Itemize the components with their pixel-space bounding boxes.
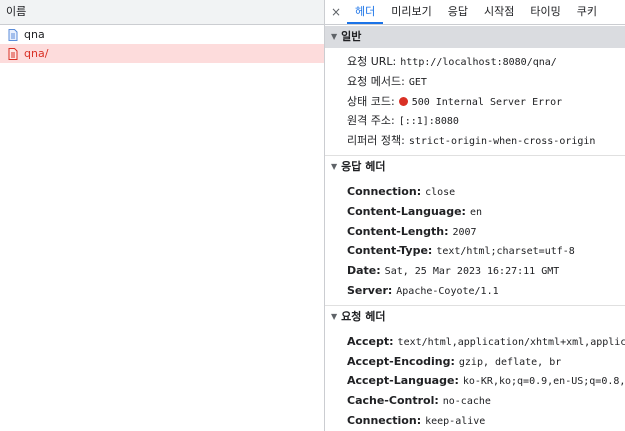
response-header-row: Server: Apache-Coyote/1.1 [347, 283, 499, 297]
request-header-row: Accept: text/html,application/xhtml+xml,a… [347, 334, 625, 348]
tab-preview[interactable]: 미리보기 [383, 0, 439, 24]
request-header-row: Accept-Language: ko-KR,ko;q=0.9,en-US;q=0… [347, 374, 625, 388]
request-headers-section-header[interactable]: ▼ 요청 헤더 [325, 304, 625, 328]
document-icon [8, 47, 18, 60]
general-row: 요청 메서드: GET [347, 74, 427, 88]
request-header-row: Cache-Control: no-cache [347, 394, 491, 408]
tab-cookies[interactable]: 쿠키 [569, 0, 605, 24]
section-title: 요청 헤더 [341, 309, 386, 323]
response-headers-section-header[interactable]: ▼ 응답 헤더 [325, 154, 625, 178]
triangle-down-icon: ▼ [331, 161, 338, 171]
general-row: 리퍼러 정책: strict-origin-when-cross-origin [347, 134, 596, 148]
request-name: qna/ [24, 47, 49, 60]
general-row: 원격 주소: [::1]:8080 [347, 114, 459, 128]
document-icon [8, 28, 18, 41]
request-row-qna-slash[interactable]: qna/ [0, 44, 324, 63]
tab-response[interactable]: 응답 [440, 0, 476, 24]
error-status-icon [398, 97, 408, 107]
triangle-down-icon: ▼ [331, 311, 338, 321]
response-header-row: Content-Length: 2007 [347, 224, 477, 238]
name-column-header[interactable]: 이름 [0, 0, 324, 25]
response-header-row: Content-Type: text/html;charset=utf-8 [347, 244, 575, 258]
request-header-row: Connection: keep-alive [347, 413, 486, 427]
request-row-qna[interactable]: qna [0, 25, 324, 44]
tab-headers[interactable]: 헤더 [347, 0, 384, 24]
general-row: 상태 코드: 500 Internal Server Error [347, 94, 563, 108]
tab-initiator[interactable]: 시작점 [476, 0, 522, 24]
response-header-row: Date: Sat, 25 Mar 2023 16:27:11 GMT [347, 264, 560, 278]
general-row: 요청 URL: http://localhost:8080/qna/ [347, 55, 557, 68]
request-name: qna [24, 28, 45, 41]
request-details-panel: × 헤더 미리보기 응답 시작점 타이밍 쿠키 ▼ 일반 요청 URL: http… [325, 0, 625, 431]
close-icon[interactable]: × [325, 0, 347, 24]
request-list-panel: 이름 qna qna/ [0, 0, 325, 431]
response-header-row: Content-Language: en [347, 204, 483, 218]
triangle-down-icon: ▼ [331, 32, 338, 41]
response-header-row: Connection: close [347, 184, 456, 198]
details-tabbar: × 헤더 미리보기 응답 시작점 타이밍 쿠키 [325, 0, 625, 25]
tab-timing[interactable]: 타이밍 [522, 0, 568, 24]
section-title: 일반 [341, 30, 362, 43]
general-section-header[interactable]: ▼ 일반 [325, 26, 625, 48]
section-title: 응답 헤더 [341, 159, 386, 173]
request-header-row: Accept-Encoding: gzip, deflate, br [347, 354, 562, 368]
